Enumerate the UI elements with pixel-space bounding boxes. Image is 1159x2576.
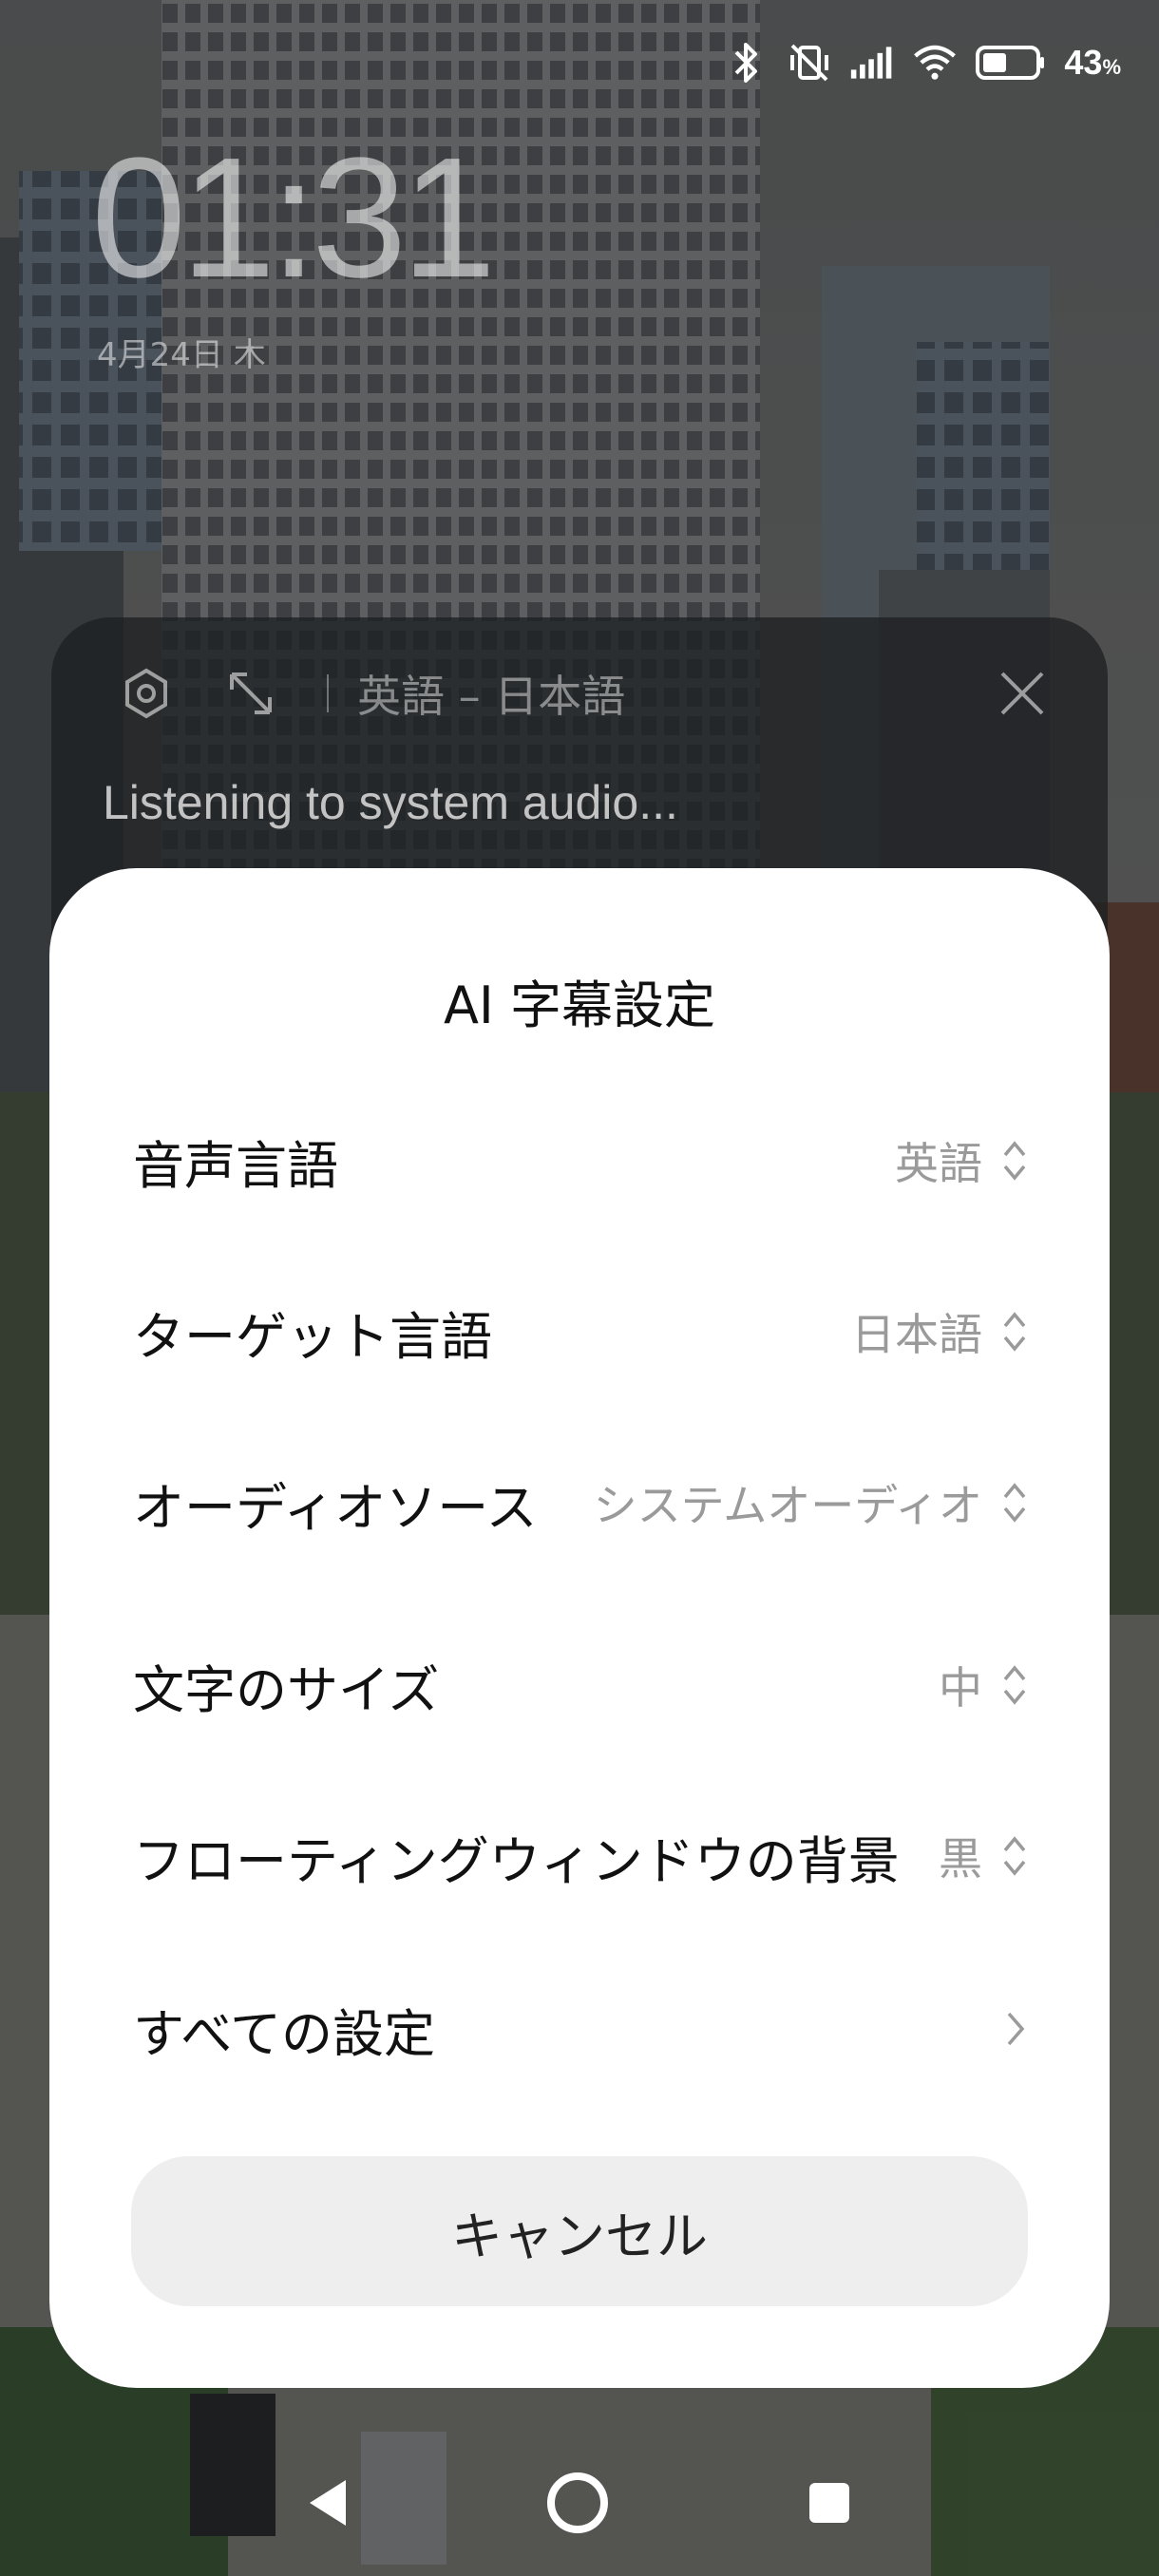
row-text-size[interactable]: 文字のサイズ 中: [133, 1628, 1034, 1742]
row-value: 中: [939, 1662, 982, 1714]
toolbar-divider: [327, 674, 329, 712]
dialog-title: AI 字幕設定: [443, 975, 716, 1035]
back-icon[interactable]: [276, 2451, 380, 2555]
home-icon[interactable]: [525, 2451, 630, 2555]
chevron-updown-icon: [996, 1303, 1034, 1360]
row-value: システムオーディオ: [593, 1480, 982, 1531]
lock-clock: 01:31: [91, 123, 496, 313]
status-bar: 43%: [724, 34, 1121, 91]
chevron-updown-icon: [996, 1132, 1034, 1189]
row-audio-source[interactable]: オーディオソース システムオーディオ: [133, 1446, 1034, 1560]
row-audio-language[interactable]: 音声言語 英語: [133, 1104, 1034, 1218]
row-label: すべての設定: [133, 2003, 436, 2064]
battery-icon: [975, 40, 1047, 85]
bluetooth-icon: [724, 40, 770, 85]
row-label: オーディオソース: [133, 1477, 538, 1538]
floating-toolbar: 英語 – 日本語: [108, 655, 1060, 731]
row-target-language[interactable]: ターゲット言語 日本語: [133, 1275, 1034, 1389]
caption-status-text: Listening to system audio...: [103, 776, 678, 829]
row-label: 音声言語: [133, 1135, 338, 1196]
navigation-bar: [0, 2451, 1159, 2555]
row-value: 日本語: [851, 1309, 982, 1360]
signal-icon: [849, 40, 895, 85]
row-value: 英語: [895, 1138, 982, 1189]
expand-icon[interactable]: [213, 655, 289, 731]
chevron-updown-icon: [996, 1657, 1034, 1714]
row-all-settings[interactable]: すべての設定: [133, 1972, 1034, 2086]
lock-date: 4月24日 木: [97, 336, 266, 374]
row-floating-window-background[interactable]: フローティングウィンドウの背景 黒: [133, 1799, 1034, 1913]
row-label: ターゲット言語: [133, 1306, 492, 1367]
recents-icon[interactable]: [777, 2451, 882, 2555]
close-icon[interactable]: [984, 655, 1060, 731]
row-label: フローティングウィンドウの背景: [133, 1830, 900, 1891]
cancel-button[interactable]: キャンセル: [131, 2156, 1028, 2306]
chevron-updown-icon: [996, 1828, 1034, 1885]
settings-icon[interactable]: [108, 655, 184, 731]
wifi-icon: [912, 40, 958, 85]
vibrate-off-icon: [787, 40, 832, 85]
row-label: 文字のサイズ: [133, 1659, 440, 1720]
language-pair[interactable]: 英語 – 日本語: [357, 662, 625, 725]
chevron-right-icon: [996, 2000, 1034, 2057]
battery-level: 43%: [1064, 43, 1121, 82]
chevron-updown-icon: [996, 1474, 1034, 1531]
row-value: 黒: [939, 1833, 982, 1885]
